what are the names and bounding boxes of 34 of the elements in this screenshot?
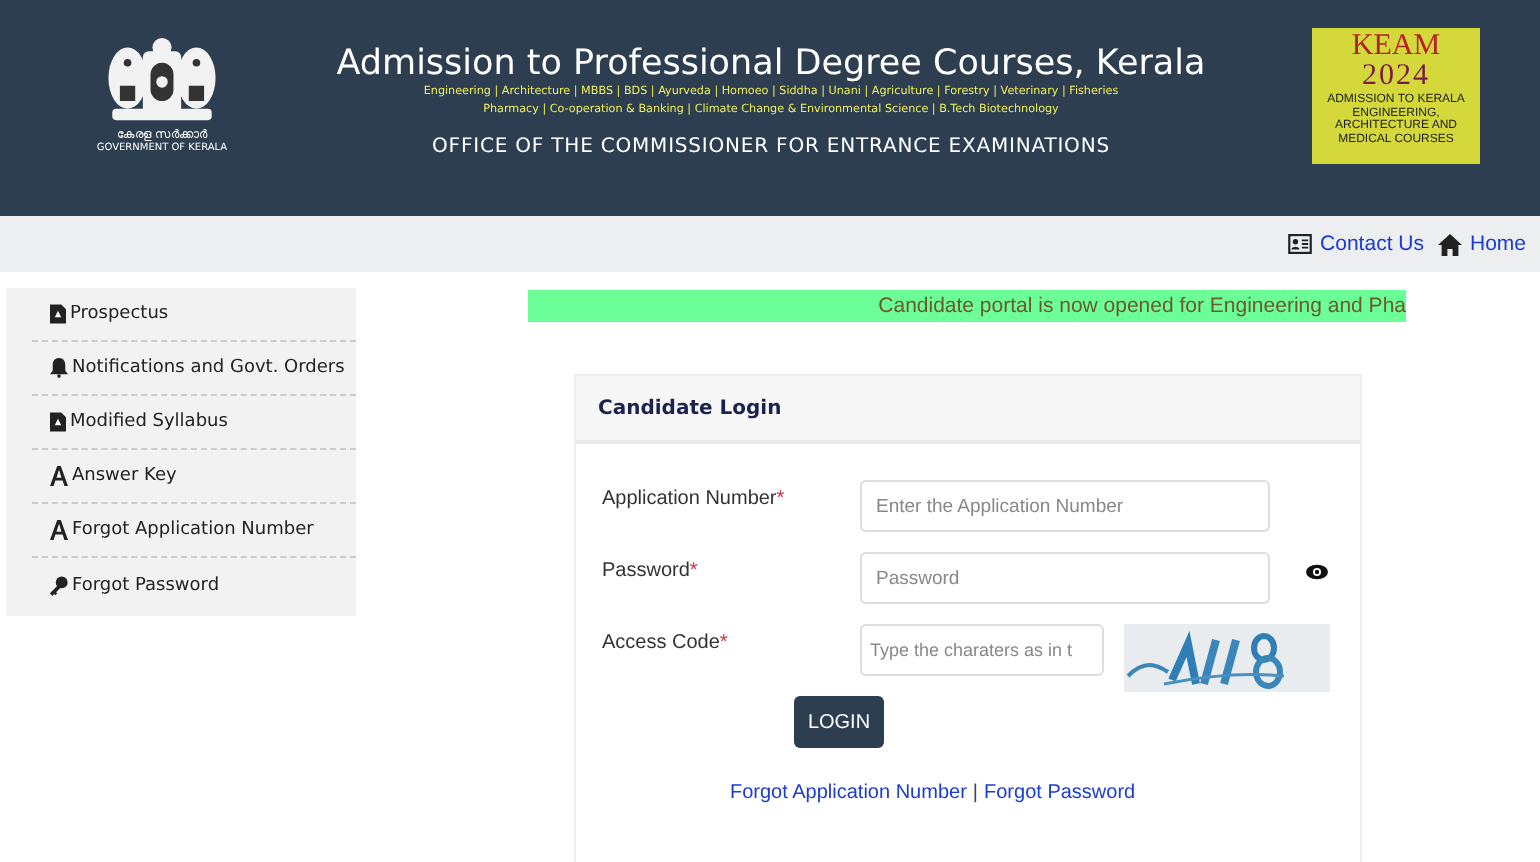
field-label: Password* bbox=[602, 558, 700, 582]
field-label: Application Number* bbox=[602, 486, 787, 510]
link-separator: | bbox=[972, 782, 979, 804]
doc-icon bbox=[50, 304, 66, 324]
input-field[interactable]: Password bbox=[860, 552, 1270, 604]
sidebar-item[interactable]: Answer Key bbox=[32, 450, 356, 504]
key-icon bbox=[50, 575, 68, 595]
eye-icon[interactable] bbox=[1306, 564, 1328, 580]
news-ticker: Candidate portal is now opened for Engineering and Pha bbox=[528, 290, 1406, 322]
sidebar-item[interactable]: Notifications and Govt. Orders bbox=[32, 342, 356, 396]
emblem-icon bbox=[104, 36, 220, 124]
logo-title: KEAM bbox=[1351, 32, 1441, 62]
sidebar-item[interactable]: Forgot Application Number bbox=[32, 504, 356, 558]
nav-link[interactable]: Home bbox=[1437, 232, 1526, 256]
logo-year: 2024 bbox=[1362, 62, 1430, 90]
card-title: Candidate Login bbox=[576, 376, 1360, 444]
font-icon bbox=[50, 466, 68, 486]
site-title: Admission to Professional Degree Courses, Kerala bbox=[336, 44, 1206, 84]
input-field[interactable]: Type the charaters as in t bbox=[860, 624, 1104, 676]
contact-card-icon bbox=[1288, 234, 1313, 254]
field-label: Access Code* bbox=[602, 630, 730, 654]
input-field[interactable]: Enter the Application Number bbox=[860, 480, 1270, 532]
login-button[interactable]: LOGIN bbox=[794, 696, 884, 748]
font-icon bbox=[50, 520, 68, 540]
sidebar-item[interactable]: Modified Syllabus bbox=[32, 396, 356, 450]
sidebar-item[interactable]: Forgot Password bbox=[32, 558, 356, 612]
text-link[interactable]: Forgot Password bbox=[984, 782, 1136, 804]
sidebar-item[interactable]: Prospectus bbox=[32, 288, 356, 342]
bell-icon bbox=[50, 358, 68, 378]
office-title: OFFICE OF THE COMMISSIONER FOR ENTRANCE EXAMINATIONS bbox=[432, 136, 1110, 158]
nav-link[interactable]: Contact Us bbox=[1288, 232, 1424, 256]
doc-icon bbox=[50, 412, 66, 432]
text-link[interactable]: Forgot Application Number bbox=[730, 782, 967, 804]
home-icon bbox=[1437, 233, 1462, 255]
